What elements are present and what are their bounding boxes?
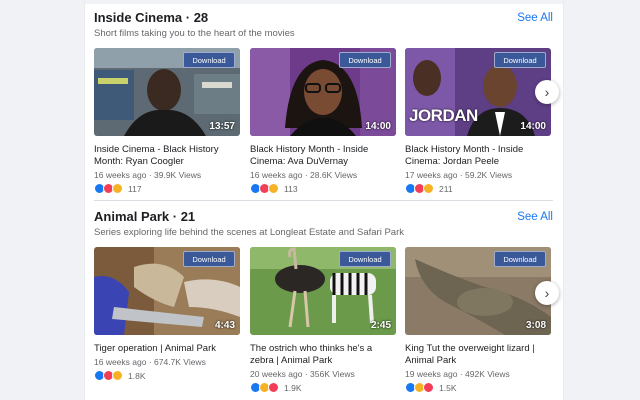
- section-title: Animal Park · 21: [94, 209, 196, 224]
- download-button[interactable]: Download: [494, 52, 546, 68]
- see-all-link[interactable]: See All: [517, 12, 553, 24]
- video-meta: 20 weeks ago · 356K Views: [250, 369, 355, 379]
- reaction-count: 1.5K: [439, 382, 457, 393]
- video-card[interactable]: Download 2:45 The ostrich who thinks he'…: [250, 247, 396, 393]
- reactions[interactable]: 117: [94, 183, 240, 194]
- section-title: Inside Cinema · 28: [94, 10, 209, 25]
- reactions[interactable]: 1.8K: [94, 370, 240, 381]
- overlay-title-text: JORDAN: [409, 106, 478, 125]
- video-thumbnail[interactable]: Download 3:08: [405, 247, 551, 335]
- wow-icon: [112, 183, 123, 194]
- video-duration: 14:00: [365, 121, 391, 132]
- video-card[interactable]: Download 4:43 Tiger operation | Animal P…: [94, 247, 240, 381]
- reactions[interactable]: 1.5K: [405, 382, 551, 393]
- video-meta: 17 weeks ago · 59.2K Views: [405, 170, 513, 180]
- video-meta: 16 weeks ago · 28.6K Views: [250, 170, 358, 180]
- video-card[interactable]: Download 3:08 King Tut the overweight li…: [405, 247, 551, 393]
- reaction-count: 1.8K: [128, 370, 146, 381]
- video-title[interactable]: Black History Month - Inside Cinema: Jor…: [405, 144, 551, 168]
- wow-icon: [423, 183, 434, 194]
- video-meta: 16 weeks ago · 39.9K Views: [94, 170, 202, 180]
- reaction-count: 117: [128, 183, 142, 194]
- video-duration: 4:43: [214, 320, 235, 331]
- video-panel: Inside Cinema · 28 See All Short films t…: [85, 0, 563, 400]
- video-duration: 14:00: [520, 121, 546, 132]
- video-title[interactable]: Black History Month - Inside Cinema: Ava…: [250, 144, 396, 168]
- download-button[interactable]: Download: [339, 52, 391, 68]
- love-icon: [268, 382, 279, 393]
- video-meta: 19 weeks ago · 492K Views: [405, 369, 510, 379]
- video-duration: 13:57: [209, 121, 235, 132]
- reaction-count: 211: [439, 183, 453, 194]
- section-subtitle: Short films taking you to the heart of t…: [94, 28, 295, 39]
- video-title[interactable]: The ostrich who thinks he's a zebra | An…: [250, 343, 396, 367]
- video-card[interactable]: Download 14:00 Black History Month - Ins…: [250, 48, 396, 194]
- video-duration: 3:08: [525, 320, 546, 331]
- love-icon: [423, 382, 434, 393]
- video-title[interactable]: Tiger operation | Animal Park: [94, 343, 240, 355]
- reactions[interactable]: 113: [250, 183, 396, 194]
- wow-icon: [112, 370, 123, 381]
- download-button[interactable]: Download: [339, 251, 391, 267]
- video-card[interactable]: JORDAN Download 14:00 Black History Mont…: [405, 48, 551, 194]
- video-thumbnail[interactable]: Download 4:43: [94, 247, 240, 335]
- section-subtitle: Series exploring life behind the scenes …: [94, 227, 404, 238]
- reaction-count: 1.9K: [284, 382, 302, 393]
- video-duration: 2:45: [370, 320, 391, 331]
- next-carousel-button[interactable]: ›: [535, 80, 559, 104]
- see-all-link[interactable]: See All: [517, 211, 553, 223]
- download-button[interactable]: Download: [183, 251, 235, 267]
- section-animal-park: Animal Park · 21 See All Series explorin…: [85, 199, 563, 395]
- video-thumbnail[interactable]: Download 13:57: [94, 48, 240, 136]
- video-card[interactable]: Download 13:57 Inside Cinema - Black His…: [94, 48, 240, 194]
- next-carousel-button[interactable]: ›: [535, 281, 559, 305]
- video-thumbnail[interactable]: JORDAN Download 14:00: [405, 48, 551, 136]
- video-title[interactable]: King Tut the overweight lizard | Animal …: [405, 343, 551, 367]
- chevron-right-icon: ›: [544, 84, 550, 100]
- download-button[interactable]: Download: [183, 52, 235, 68]
- video-title[interactable]: Inside Cinema - Black History Month: Rya…: [94, 144, 240, 168]
- reactions[interactable]: 1.9K: [250, 382, 396, 393]
- haha-icon: [268, 183, 279, 194]
- video-meta: 16 weeks ago · 674.7K Views: [94, 357, 206, 367]
- video-thumbnail[interactable]: Download 2:45: [250, 247, 396, 335]
- reactions[interactable]: 211: [405, 183, 551, 194]
- chevron-right-icon: ›: [544, 285, 550, 301]
- reaction-count: 113: [284, 183, 298, 194]
- video-thumbnail[interactable]: Download 14:00: [250, 48, 396, 136]
- download-button[interactable]: Download: [494, 251, 546, 267]
- section-inside-cinema: Inside Cinema · 28 See All Short films t…: [85, 0, 563, 196]
